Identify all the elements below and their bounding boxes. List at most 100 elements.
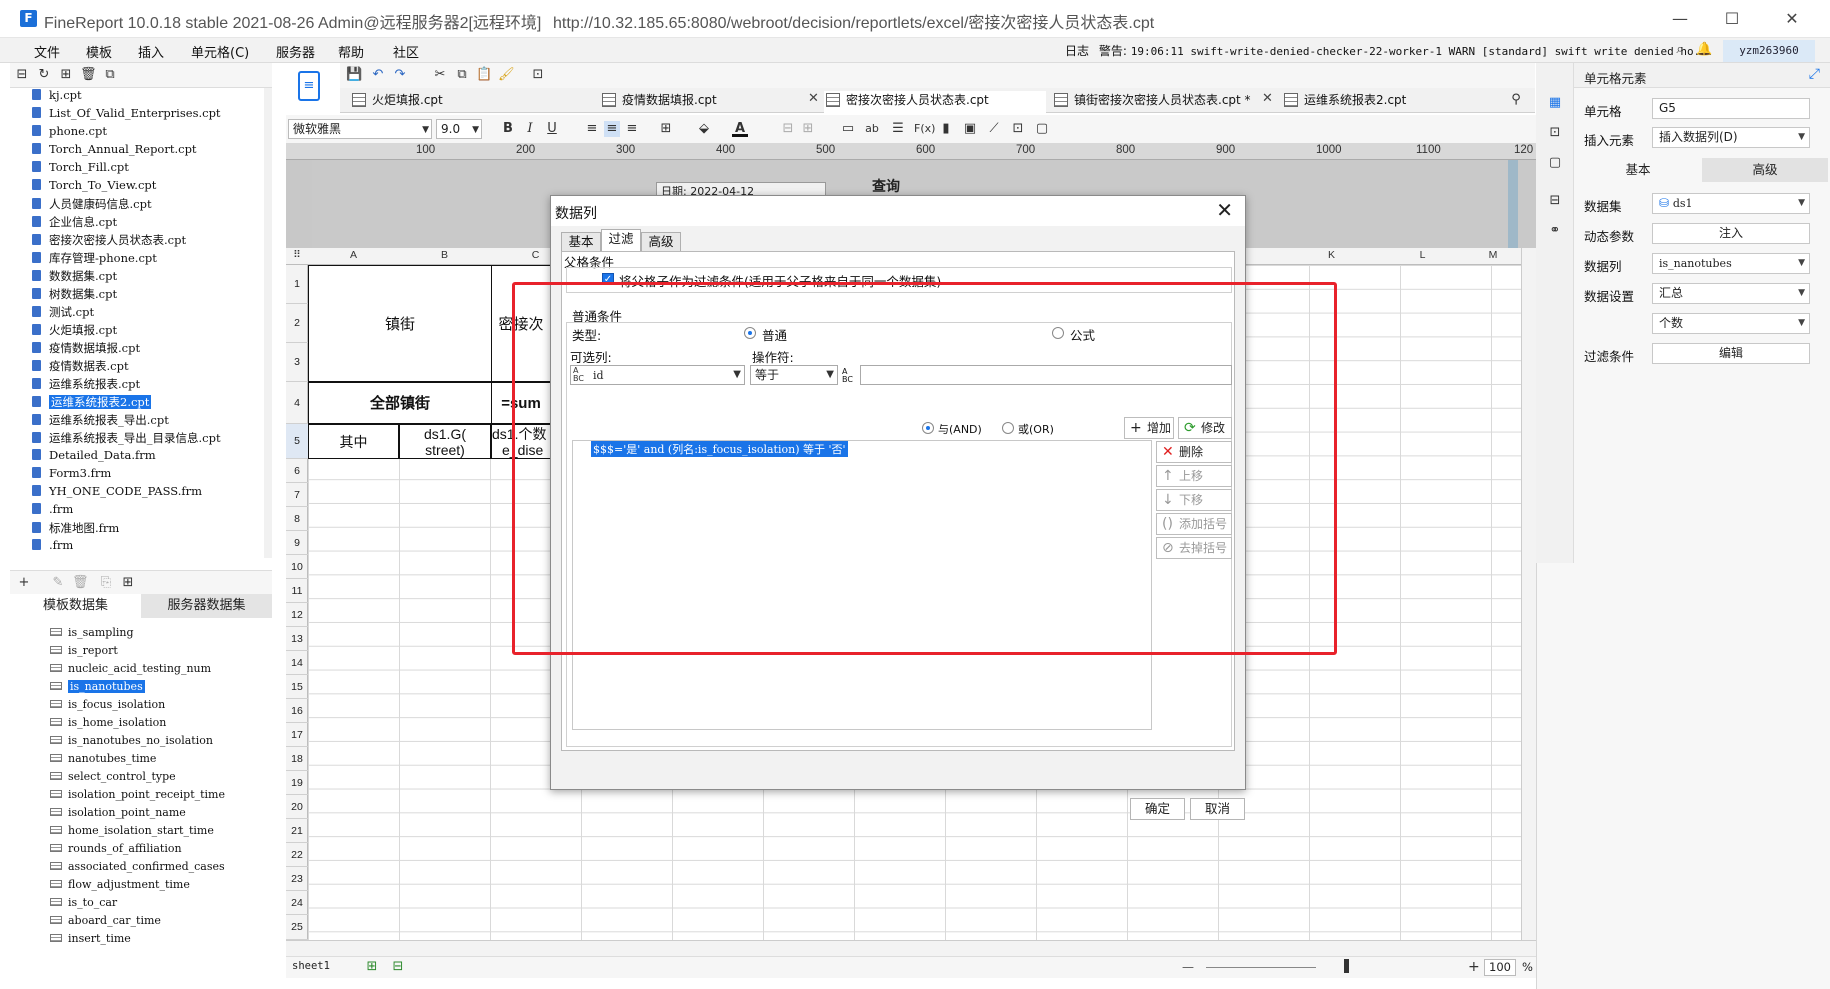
user-badge[interactable]: yzm263960 (1723, 40, 1815, 62)
inject-button[interactable]: 注入 (1652, 223, 1810, 244)
menu-server[interactable]: 服务器 (276, 42, 315, 61)
doc-tab-2[interactable]: 疫情数据填报.cpt ✕ (600, 91, 830, 113)
row-number[interactable]: 24 (286, 891, 308, 915)
undo-icon[interactable]: ↶ (370, 67, 386, 83)
column-b[interactable]: B (399, 249, 490, 261)
cell-name-field[interactable]: G5 (1652, 98, 1810, 119)
align-left-icon[interactable]: ≡ (584, 121, 600, 137)
insert-text-icon[interactable]: ▭ (840, 121, 856, 137)
column-m[interactable]: M (1468, 249, 1518, 261)
dataset-settings-icon[interactable]: ⊞ (120, 575, 136, 591)
dialog-close-icon[interactable]: ✕ (1216, 198, 1233, 222)
font-size-select[interactable]: 9.0 ▼ (436, 119, 482, 139)
column-a[interactable]: A (308, 249, 399, 261)
dataset-field[interactable]: is_sampling (50, 626, 134, 639)
file-tree-item[interactable]: 运维系统报表2.cpt (32, 394, 152, 412)
delete-dataset-icon[interactable]: 🗑 (72, 575, 89, 591)
query-button[interactable]: 查询 (872, 176, 900, 196)
file-tree-item[interactable]: 库存管理-phone.cpt (32, 250, 157, 268)
row-number[interactable]: 14 (286, 651, 308, 675)
log-link[interactable]: 日志 (1065, 44, 1089, 58)
new-folder-icon[interactable]: ⊟ (14, 67, 30, 83)
row-number[interactable]: 23 (286, 867, 308, 891)
row-number[interactable]: 11 (286, 579, 308, 603)
tab-server-dataset[interactable]: 服务器数据集 (141, 594, 272, 618)
insert-list-icon[interactable]: ☰ (890, 121, 906, 137)
fill-color-icon[interactable]: ⬙ (696, 121, 712, 137)
file-tree-item[interactable]: 疫情数据填报.cpt (32, 340, 140, 358)
file-tree-item[interactable]: 人员健康码信息.cpt (32, 196, 152, 214)
add-form-sheet-icon[interactable]: ⊟ (390, 959, 406, 975)
add-dataset-icon[interactable]: + (16, 575, 32, 591)
row-number[interactable]: 22 (286, 843, 308, 867)
doc-tab-5[interactable]: 运维系统报表2.cpt (1282, 91, 1482, 113)
file-tree-item[interactable]: 标准地图.frm (32, 520, 119, 538)
doc-tab-3[interactable]: 密接次密接人员状态表.cpt (824, 91, 1046, 113)
row-number[interactable]: 1 (286, 265, 308, 304)
pin-icon[interactable]: ⚲ (1508, 92, 1524, 108)
file-tree-item[interactable]: Detailed_Data.frm (32, 448, 156, 466)
paste-icon[interactable]: 📋 (476, 67, 492, 83)
copy-icon[interactable]: ⧉ (102, 67, 118, 83)
cell-attr-icon[interactable]: ⊡ (1547, 125, 1563, 141)
edit-filter-button[interactable]: 编辑 (1652, 343, 1810, 364)
redo-icon[interactable]: ↷ (392, 67, 408, 83)
cell-a5[interactable]: 其中 (308, 424, 399, 459)
row-number[interactable]: 6 (286, 459, 308, 483)
sheet-tab[interactable]: sheet1 (292, 960, 330, 972)
dataset-select[interactable]: ⛁ ds1 ▼ (1652, 193, 1810, 214)
file-tree-item[interactable]: 数数据集.cpt (32, 268, 117, 286)
data-column-select[interactable]: is_nanotubes ▼ (1652, 253, 1810, 274)
column-l[interactable]: L (1377, 249, 1468, 261)
file-tree-item[interactable]: Form3.frm (32, 466, 111, 484)
aggregate-select[interactable]: 个数 ▼ (1652, 313, 1810, 334)
file-tree-item[interactable]: Torch_Fill.cpt (32, 160, 129, 178)
unmerge-icon[interactable]: ⊞ (800, 121, 816, 137)
edit-icon[interactable]: ✎ (50, 575, 66, 591)
file-tree-item[interactable]: 密接次密接人员状态表.cpt (32, 232, 186, 250)
row-number[interactable]: 13 (286, 627, 308, 651)
cancel-button[interactable]: 取消 (1190, 798, 1245, 820)
row-number[interactable]: 10 (286, 555, 308, 579)
dataset-field[interactable]: isolation_point_receipt_time (50, 788, 225, 801)
dataset-field[interactable]: is_nanotubes (50, 680, 145, 693)
insert-image-icon[interactable]: ▣ (962, 121, 978, 137)
underline-icon[interactable]: U (544, 121, 560, 137)
cut-icon[interactable]: ✂ (432, 67, 448, 83)
dialog-tab-basic[interactable]: 基本 (561, 232, 601, 252)
doc-tab-4[interactable]: 镇街密接次密接人员状态表.cpt * ✕ (1052, 91, 1273, 113)
cell-style-icon[interactable]: ▢ (1547, 155, 1563, 171)
dataset-field[interactable]: is_focus_isolation (50, 698, 165, 711)
row-number[interactable]: 4 (286, 382, 308, 424)
file-tree-item[interactable]: 企业信息.cpt (32, 214, 117, 232)
menu-help[interactable]: 帮助 (338, 42, 364, 61)
menu-community[interactable]: 社区 (393, 42, 419, 61)
file-tree-item[interactable]: Torch_Annual_Report.cpt (32, 142, 197, 160)
cell-element-icon[interactable]: ▦ (1547, 95, 1563, 111)
align-center-icon[interactable]: ≡ (604, 121, 620, 137)
dataset-field[interactable]: rounds_of_affiliation (50, 842, 182, 855)
row-number[interactable]: 20 (286, 795, 308, 819)
cell-b5[interactable]: ds1.G(street) (399, 424, 491, 459)
dataset-field[interactable]: is_home_isolation (50, 716, 166, 729)
zoom-slider-thumb[interactable] (1344, 959, 1349, 973)
dataset-field[interactable]: nucleic_acid_testing_num (50, 662, 211, 675)
file-tree-item[interactable]: 运维系统报表.cpt (32, 376, 140, 394)
dialog-tab-advanced[interactable]: 高级 (641, 232, 681, 252)
file-tree-item[interactable]: 运维系统报表_导出_目录信息.cpt (32, 430, 221, 448)
row-number[interactable]: 17 (286, 723, 308, 747)
dataset-field[interactable]: home_isolation_start_time (50, 824, 214, 837)
font-color-icon[interactable]: A (732, 121, 748, 137)
file-tree-item[interactable]: List_Of_Valid_Enterprises.cpt (32, 106, 221, 124)
row-number[interactable]: 9 (286, 531, 308, 555)
refresh-icon[interactable]: ↻ (36, 67, 52, 83)
search-icon[interactable]: ⌕ (1672, 42, 1688, 58)
vertical-scrollbar[interactable] (1521, 248, 1536, 940)
tab-basic[interactable]: 基本 (1574, 158, 1702, 182)
bell-icon[interactable]: 🔔 (1696, 42, 1712, 58)
file-tree-item[interactable]: 运维系统报表_导出.cpt (32, 412, 169, 430)
file-tree-item[interactable]: 树数据集.cpt (32, 286, 117, 304)
tab-advanced[interactable]: 高级 (1702, 158, 1828, 182)
hyperlink-icon[interactable]: ⚭ (1547, 223, 1563, 239)
close-window-button[interactable]: ✕ (1772, 6, 1812, 32)
